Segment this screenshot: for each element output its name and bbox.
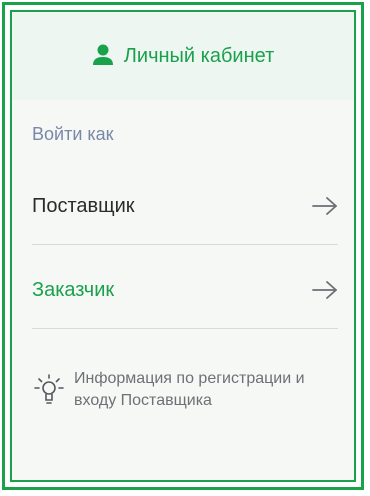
personal-account-header[interactable]: Личный кабинет <box>12 12 354 100</box>
lightbulb-icon <box>34 374 64 404</box>
user-icon <box>92 44 113 65</box>
header-title: Личный кабинет <box>123 44 275 67</box>
registration-info-text: Информация по регистрации и входу Постав… <box>74 370 305 409</box>
arrow-right-icon <box>312 281 337 299</box>
outer-frame: Личный кабинет Войти как Поставщик Заказ… <box>2 2 364 490</box>
arrow-right-icon <box>312 197 337 215</box>
login-panel: Личный кабинет Войти как Поставщик Заказ… <box>10 10 356 482</box>
customer-label: Заказчик <box>32 278 115 301</box>
login-as-label: Войти как <box>32 124 114 144</box>
login-supplier-option[interactable]: Поставщик <box>32 164 338 248</box>
registration-info-link[interactable]: Информация по регистрации и входу Постав… <box>34 368 338 412</box>
divider <box>32 328 338 329</box>
divider <box>32 244 338 245</box>
login-customer-option[interactable]: Заказчик <box>32 248 338 332</box>
supplier-label: Поставщик <box>32 194 135 217</box>
